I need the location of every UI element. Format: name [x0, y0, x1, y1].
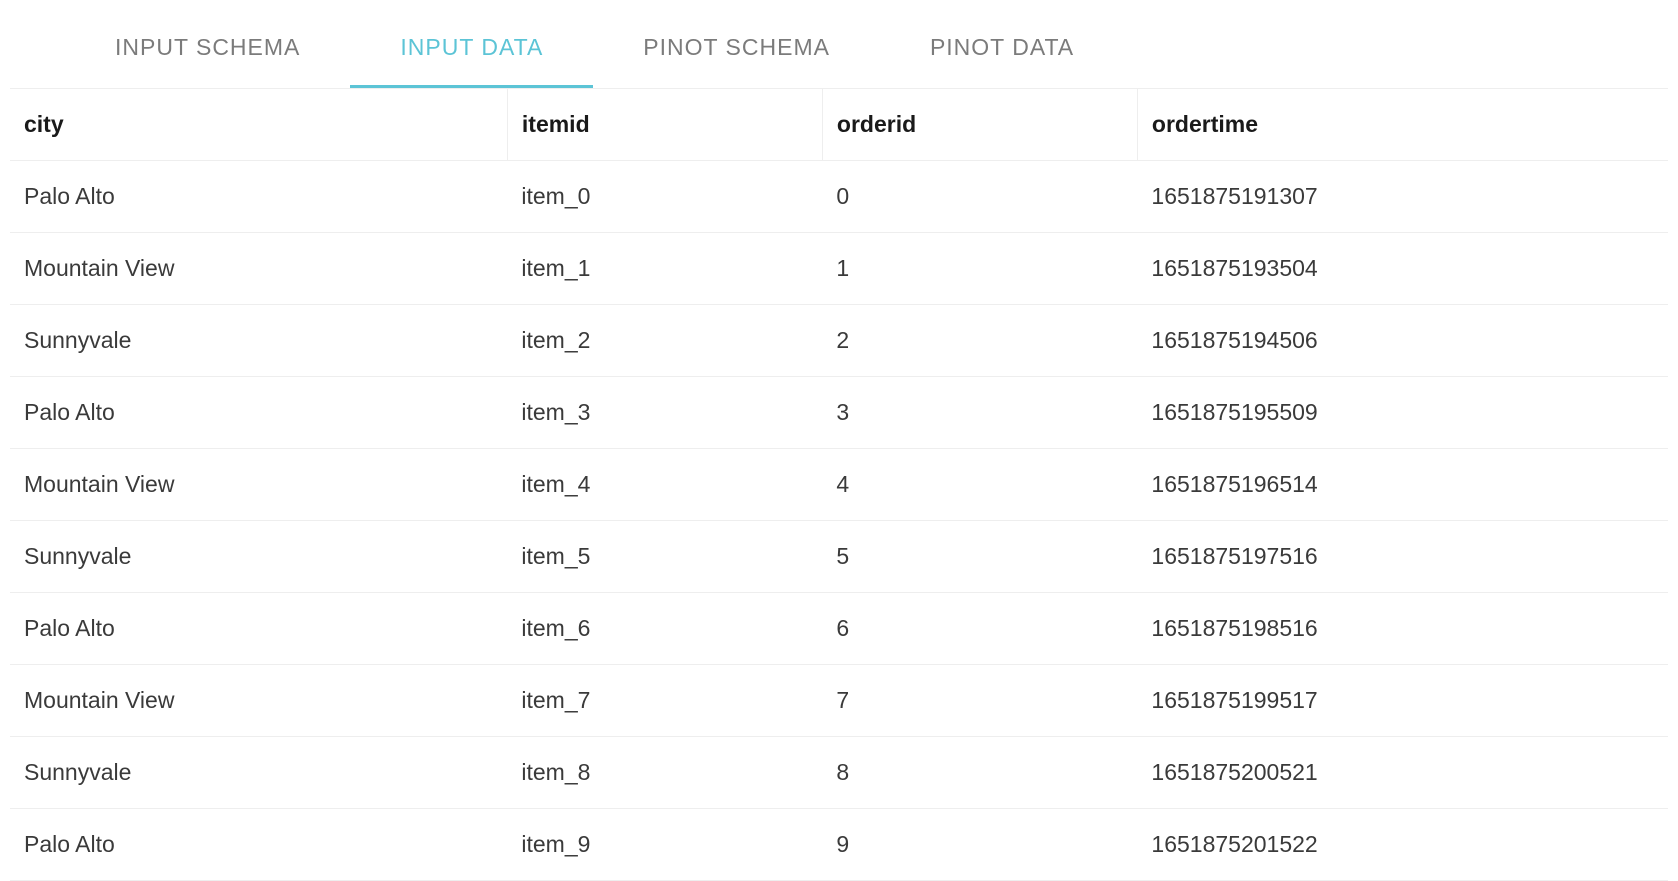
table-row: Palo Alto item_6 6 1651875198516: [10, 593, 1668, 665]
tab-pinot-data[interactable]: PINOT DATA: [880, 10, 1124, 88]
cell-ordertime: 1651875193504: [1137, 233, 1668, 305]
cell-city: Mountain View: [10, 233, 507, 305]
cell-orderid: 8: [822, 737, 1137, 809]
cell-city: Palo Alto: [10, 593, 507, 665]
cell-city: Sunnyvale: [10, 305, 507, 377]
cell-itemid: item_0: [507, 161, 822, 233]
cell-ordertime: 1651875196514: [1137, 449, 1668, 521]
cell-city: Palo Alto: [10, 377, 507, 449]
cell-orderid: 9: [822, 809, 1137, 881]
cell-ordertime: 1651875197516: [1137, 521, 1668, 593]
cell-itemid: item_2: [507, 305, 822, 377]
cell-orderid: 0: [822, 161, 1137, 233]
cell-itemid: item_9: [507, 809, 822, 881]
tab-input-data[interactable]: INPUT DATA: [350, 10, 593, 88]
cell-city: Sunnyvale: [10, 521, 507, 593]
cell-itemid: item_5: [507, 521, 822, 593]
page-container: INPUT SCHEMA INPUT DATA PINOT SCHEMA PIN…: [0, 0, 1678, 881]
table-row: Palo Alto item_3 3 1651875195509: [10, 377, 1668, 449]
table-row: Mountain View item_1 1 1651875193504: [10, 233, 1668, 305]
column-header-orderid[interactable]: orderid: [822, 89, 1137, 161]
cell-city: Palo Alto: [10, 809, 507, 881]
cell-city: Mountain View: [10, 449, 507, 521]
data-table: city itemid orderid ordertime Palo Alto …: [10, 88, 1668, 881]
column-header-city[interactable]: city: [10, 89, 507, 161]
cell-city: Mountain View: [10, 665, 507, 737]
column-header-ordertime[interactable]: ordertime: [1137, 89, 1668, 161]
cell-orderid: 2: [822, 305, 1137, 377]
tab-input-schema[interactable]: INPUT SCHEMA: [65, 10, 350, 88]
cell-ordertime: 1651875191307: [1137, 161, 1668, 233]
cell-ordertime: 1651875201522: [1137, 809, 1668, 881]
cell-ordertime: 1651875199517: [1137, 665, 1668, 737]
cell-city: Sunnyvale: [10, 737, 507, 809]
table-row: Sunnyvale item_2 2 1651875194506: [10, 305, 1668, 377]
table-header-row: city itemid orderid ordertime: [10, 89, 1668, 161]
cell-ordertime: 1651875194506: [1137, 305, 1668, 377]
table-row: Sunnyvale item_8 8 1651875200521: [10, 737, 1668, 809]
tab-pinot-schema[interactable]: PINOT SCHEMA: [593, 10, 880, 88]
cell-ordertime: 1651875200521: [1137, 737, 1668, 809]
cell-city: Palo Alto: [10, 161, 507, 233]
tab-bar: INPUT SCHEMA INPUT DATA PINOT SCHEMA PIN…: [10, 10, 1668, 88]
cell-orderid: 3: [822, 377, 1137, 449]
cell-orderid: 6: [822, 593, 1137, 665]
cell-orderid: 5: [822, 521, 1137, 593]
cell-itemid: item_4: [507, 449, 822, 521]
table-row: Mountain View item_4 4 1651875196514: [10, 449, 1668, 521]
cell-itemid: item_6: [507, 593, 822, 665]
cell-itemid: item_1: [507, 233, 822, 305]
cell-orderid: 1: [822, 233, 1137, 305]
table-row: Palo Alto item_9 9 1651875201522: [10, 809, 1668, 881]
cell-itemid: item_8: [507, 737, 822, 809]
cell-itemid: item_7: [507, 665, 822, 737]
cell-ordertime: 1651875198516: [1137, 593, 1668, 665]
column-header-itemid[interactable]: itemid: [507, 89, 822, 161]
cell-orderid: 7: [822, 665, 1137, 737]
cell-orderid: 4: [822, 449, 1137, 521]
table-row: Sunnyvale item_5 5 1651875197516: [10, 521, 1668, 593]
table-row: Mountain View item_7 7 1651875199517: [10, 665, 1668, 737]
cell-itemid: item_3: [507, 377, 822, 449]
table-row: Palo Alto item_0 0 1651875191307: [10, 161, 1668, 233]
cell-ordertime: 1651875195509: [1137, 377, 1668, 449]
